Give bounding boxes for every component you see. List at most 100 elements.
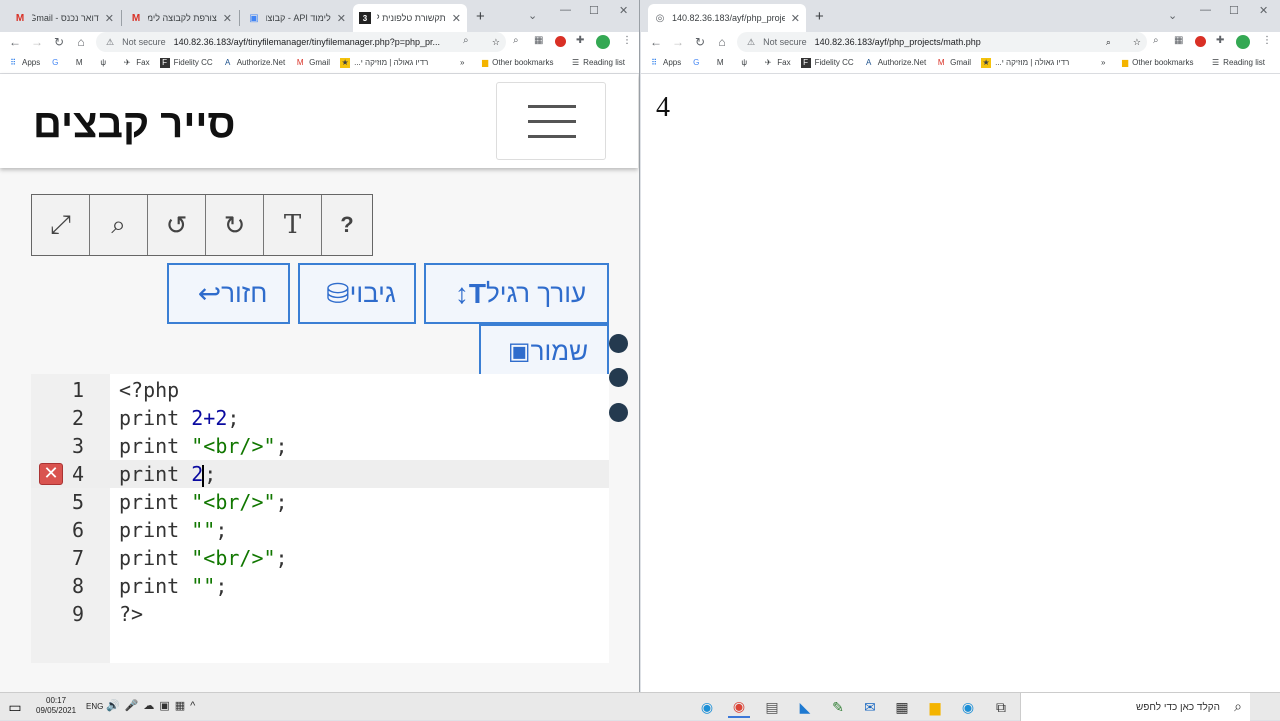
bookmark-m[interactable]: M — [74, 58, 88, 68]
forward-icon[interactable]: → — [26, 35, 48, 49]
new-tab-button[interactable]: + — [815, 8, 824, 25]
tab-search-icon[interactable]: ⌄ — [1168, 9, 1177, 22]
code-line[interactable]: ✕ 4 print 2; — [31, 460, 609, 488]
tab-gmail-inbox[interactable]: M דואר נכנס - Gmail ✕ — [8, 4, 120, 32]
home-icon[interactable]: ⌂ — [711, 35, 733, 49]
new-tab-button[interactable]: + — [476, 8, 485, 25]
minimize-button[interactable]: — — [1200, 4, 1211, 16]
bookmark-translate[interactable]: G — [50, 58, 64, 68]
store-icon[interactable]: ▦ — [891, 696, 913, 718]
code-line[interactable]: 3 print "<br/>"; — [31, 432, 609, 460]
forward-icon[interactable]: → — [667, 35, 689, 49]
tab-api-groups[interactable]: ▣ לימוד API - קבוצות ✕ — [242, 4, 352, 32]
reading-list[interactable]: ☰ Reading list — [572, 58, 625, 67]
zoom-icon[interactable]: ⌕ — [1106, 37, 1111, 48]
tab-math-php[interactable]: ◎ 140.82.36.183/ayf/php_projects/ ✕ — [648, 4, 806, 32]
bookmark-star-icon[interactable]: ☆ — [492, 37, 500, 48]
save-button[interactable]: שמור ▣ — [479, 324, 609, 376]
minimize-button[interactable]: — — [560, 4, 571, 16]
bookmark-radio[interactable]: ★ רדיו גאולה | מוזיקה י... — [981, 57, 1069, 68]
bookmark-fidelity[interactable]: F Fidelity CC — [800, 57, 854, 68]
back-icon[interactable]: ← — [4, 35, 26, 49]
taskbar-clock[interactable]: 00:17 09/05/2021 — [36, 696, 76, 716]
maximize-button[interactable]: ☐ — [1229, 4, 1239, 17]
code-line[interactable]: 9 ?> — [31, 600, 609, 628]
close-tab-icon[interactable]: ✕ — [105, 12, 114, 25]
search-icon[interactable]: ⌕ — [513, 35, 519, 46]
bookmark-authorize[interactable]: A Authorize.Net — [864, 58, 926, 68]
reload-icon[interactable]: ↻ — [48, 35, 70, 49]
back-button[interactable]: חזור ↩ — [167, 263, 290, 324]
bookmark-apps[interactable]: ⠿ Apps — [649, 58, 681, 68]
extension-calendar-icon[interactable]: ▦ — [534, 35, 543, 46]
back-icon[interactable]: ← — [645, 35, 667, 49]
bookmark-leaf[interactable]: ψ — [98, 58, 112, 68]
extension-block-icon[interactable] — [555, 36, 566, 47]
bookmark-gmail[interactable]: M Gmail — [295, 58, 330, 68]
code-line[interactable]: 2 print 2+2; — [31, 404, 609, 432]
bookmark-gmail[interactable]: M Gmail — [936, 58, 971, 68]
float-dot-2[interactable] — [609, 368, 628, 387]
notifications-icon[interactable]: ▭ — [4, 696, 26, 718]
more-bookmarks-icon[interactable]: » — [1101, 58, 1105, 67]
close-tab-icon[interactable]: ✕ — [223, 12, 232, 25]
code-line[interactable]: 5 print "<br/>"; — [31, 488, 609, 516]
chrome-icon[interactable]: ◉ — [728, 696, 750, 718]
bookmark-fax[interactable]: ✈ Fax — [763, 58, 791, 68]
zoom-icon[interactable]: ⌕ — [463, 35, 469, 46]
close-window-button[interactable]: ✕ — [619, 4, 628, 17]
text-format-icon[interactable]: T — [264, 195, 322, 255]
help-icon[interactable]: ? — [322, 195, 372, 255]
address-bar[interactable]: ⚠ Not secure 140.82.36.183/ayf/tinyfilem… — [96, 32, 506, 52]
bookmark-radio[interactable]: ★ רדיו גאולה | מוזיקה י... — [340, 57, 428, 68]
maximize-button[interactable]: ☐ — [589, 4, 599, 17]
close-tab-icon[interactable]: ✕ — [791, 12, 800, 25]
fullscreen-icon[interactable]: ⤢ — [32, 195, 90, 255]
close-window-button[interactable]: ✕ — [1259, 4, 1268, 17]
task-view-icon[interactable]: ⧉ — [990, 696, 1012, 718]
extensions-puzzle-icon[interactable]: ✚ — [576, 35, 584, 46]
edge-icon[interactable]: ◉ — [696, 696, 718, 718]
normal-editor-button[interactable]: עורך רגיל T↕ — [424, 263, 609, 324]
bookmark-authorize[interactable]: A Authorize.Net — [223, 58, 285, 68]
mail-icon[interactable]: ✉ — [859, 696, 881, 718]
notepad-icon[interactable]: ✎ — [827, 696, 849, 718]
bookmark-star-icon[interactable]: ☆ — [1133, 37, 1141, 48]
bookmark-fax[interactable]: ✈ Fax — [122, 58, 150, 68]
menu-dots-icon[interactable]: ⋮ — [622, 35, 632, 46]
code-line[interactable]: 7 print "<br/>"; — [31, 544, 609, 572]
reading-list[interactable]: ☰ Reading list — [1212, 58, 1265, 67]
float-dot-3[interactable] — [609, 403, 628, 422]
code-line[interactable]: 8 print ""; — [31, 572, 609, 600]
folder-icon[interactable]: ▆ — [924, 696, 946, 718]
tab-ip-telephony[interactable]: 3 תקשורת טלפונית IP ✕ — [353, 4, 467, 32]
language-indicator[interactable]: ENG — [86, 702, 103, 711]
more-bookmarks-icon[interactable]: » — [460, 58, 464, 67]
extensions-puzzle-icon[interactable]: ✚ — [1216, 35, 1224, 46]
file-explorer-icon[interactable]: ▤ — [761, 696, 783, 718]
home-icon[interactable]: ⌂ — [70, 35, 92, 49]
bookmark-m[interactable]: M — [715, 58, 729, 68]
bookmark-apps[interactable]: ⠿ Apps — [8, 58, 40, 68]
code-line[interactable]: 6 print ""; — [31, 516, 609, 544]
extension-calendar-icon[interactable]: ▦ — [1174, 35, 1183, 46]
backup-button[interactable]: גיבוי ⛁ — [298, 263, 416, 324]
extension-block-icon[interactable] — [1195, 36, 1206, 47]
vscode-icon[interactable]: ◣ — [794, 696, 816, 718]
float-dot-1[interactable] — [609, 334, 628, 353]
search-icon[interactable]: ⌕ — [90, 195, 148, 255]
reload-icon[interactable]: ↻ — [689, 35, 711, 49]
undo-icon[interactable]: ↺ — [148, 195, 206, 255]
taskbar-search-box[interactable]: הקלד כאן כדי לחפש ⌕ — [1020, 693, 1250, 721]
code-editor[interactable]: 1 <?php 2 print 2+2; 3 print "<br/>"; ✕ 4 print … — [31, 374, 609, 663]
hamburger-menu-button[interactable] — [496, 82, 606, 160]
profile-avatar[interactable] — [596, 35, 610, 49]
bookmark-translate[interactable]: G — [691, 58, 705, 68]
tab-search-icon[interactable]: ⌄ — [528, 9, 537, 22]
other-bookmarks[interactable]: ▆ Other bookmarks — [482, 58, 554, 67]
search-icon[interactable]: ⌕ — [1153, 35, 1159, 46]
code-line[interactable]: 1 <?php — [31, 376, 609, 404]
bookmark-fidelity[interactable]: F Fidelity CC — [159, 57, 213, 68]
other-bookmarks[interactable]: ▆ Other bookmarks — [1122, 58, 1194, 67]
profile-avatar[interactable] — [1236, 35, 1250, 49]
